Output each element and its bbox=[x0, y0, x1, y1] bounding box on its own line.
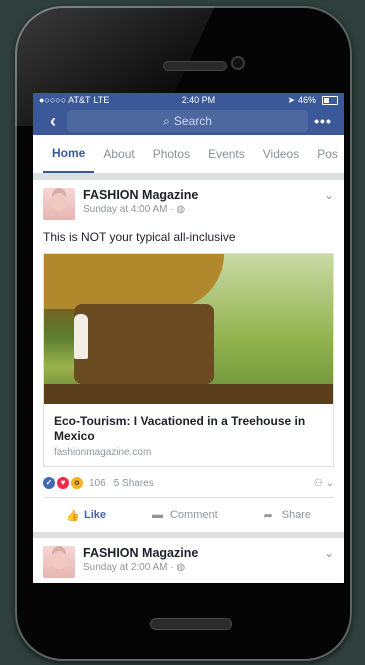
tab-posts[interactable]: Pos bbox=[308, 135, 344, 173]
search-label: Search bbox=[173, 114, 212, 128]
share-icon: ➦ bbox=[263, 510, 273, 522]
battery-icon bbox=[322, 95, 338, 105]
page-tabs: Home About Photos Events Videos Pos bbox=[33, 135, 344, 174]
status-bar: ●○○○○ AT&T LTE 2:40 PM ➤ 46% bbox=[33, 93, 344, 107]
reaction-summary[interactable]: ✓ ♥ o 106 5 Shares ⚇ ⌄ bbox=[43, 467, 334, 498]
chevron-down-icon-2[interactable]: ⌄ bbox=[324, 546, 334, 560]
more-options-icon[interactable]: ••• bbox=[308, 113, 338, 129]
post-meta: FASHION Magazine Sunday at 4:00 AM · ◍ bbox=[83, 188, 324, 215]
treehouse-image bbox=[44, 254, 333, 404]
camera bbox=[231, 56, 245, 70]
post-actions: 👍 Like ▬ Comment ➦ Share bbox=[43, 498, 334, 532]
like-label: Like bbox=[83, 509, 106, 521]
search-icon: ⌕ bbox=[163, 113, 170, 128]
tab-videos[interactable]: Videos bbox=[254, 135, 308, 173]
status-left: ●○○○○ AT&T LTE bbox=[39, 95, 109, 105]
post-text: This is NOT your typical all-inclusive bbox=[43, 230, 236, 244]
comment-icon: ▬ bbox=[151, 509, 163, 521]
page-name-2[interactable]: FASHION Magazine bbox=[83, 546, 324, 560]
feed-post: FASHION Magazine Sunday at 4:00 AM · ◍ ⌄… bbox=[33, 180, 344, 532]
reaction-icons: ✓ ♥ o 106 5 Shares bbox=[43, 477, 154, 489]
search-bar[interactable]: ⌕ Search bbox=[67, 110, 308, 132]
tab-about[interactable]: About bbox=[94, 135, 143, 173]
post-header: FASHION Magazine Sunday at 4:00 AM · ◍ ⌄ bbox=[43, 188, 334, 220]
link-body: Eco-Tourism: I Vacationed in a Treehouse… bbox=[44, 404, 333, 466]
tab-photos[interactable]: Photos bbox=[144, 135, 199, 173]
reaction-count: 106 bbox=[89, 477, 106, 489]
facebook-screen: ●○○○○ AT&T LTE 2:40 PM ➤ 46% ‹ ⌕ Search … bbox=[33, 93, 344, 583]
audience-dropdown-icon[interactable]: ⚇ ⌄ bbox=[314, 478, 334, 489]
share-button[interactable]: ➦ Share bbox=[263, 509, 311, 522]
page-name[interactable]: FASHION Magazine bbox=[83, 188, 324, 202]
comment-label: Comment bbox=[169, 509, 218, 521]
comment-button[interactable]: ▬ Comment bbox=[152, 509, 218, 521]
post2-header: FASHION Magazine Sunday at 2:00 AM · ◍ ⌄ bbox=[43, 546, 334, 578]
post2-meta: FASHION Magazine Sunday at 2:00 AM · ◍ bbox=[83, 546, 324, 573]
page-avatar-2[interactable] bbox=[43, 546, 75, 578]
link-preview[interactable]: Eco-Tourism: I Vacationed in a Treehouse… bbox=[43, 253, 334, 467]
battery-percent: 46% bbox=[297, 95, 316, 105]
speaker bbox=[163, 61, 227, 71]
post-time[interactable]: Sunday at 4:00 AM · ◍ bbox=[83, 204, 324, 215]
share-label: Share bbox=[281, 509, 311, 521]
back-icon[interactable]: ‹ bbox=[39, 111, 67, 132]
location-icon: ➤ bbox=[287, 94, 295, 105]
network: LTE bbox=[93, 95, 110, 105]
chevron-down-icon[interactable]: ⌄ bbox=[324, 188, 334, 202]
tab-home[interactable]: Home bbox=[43, 135, 95, 173]
link-title: Eco-Tourism: I Vacationed in a Treehouse… bbox=[54, 414, 306, 443]
tab-events[interactable]: Events bbox=[199, 135, 254, 173]
feed-post-2: FASHION Magazine Sunday at 2:00 AM · ◍ ⌄ bbox=[33, 538, 344, 578]
like-reaction-icon: ✓ bbox=[43, 477, 55, 489]
home-indicator[interactable] bbox=[150, 618, 232, 630]
wow-reaction-icon: o bbox=[71, 477, 83, 489]
carrier: ●○○○○ AT&T bbox=[39, 95, 91, 105]
navigation-bar: ‹ ⌕ Search ••• bbox=[33, 107, 344, 135]
status-time: 2:40 PM bbox=[181, 95, 216, 105]
link-domain: fashionmagazine.com bbox=[54, 447, 152, 458]
page-avatar[interactable] bbox=[43, 188, 75, 220]
share-count: 5 Shares bbox=[113, 477, 154, 489]
status-right: ➤ 46% bbox=[287, 95, 338, 106]
love-reaction-icon: ♥ bbox=[57, 477, 69, 489]
like-button[interactable]: 👍 Like bbox=[65, 509, 106, 522]
post2-time[interactable]: Sunday at 2:00 AM · ◍ bbox=[83, 562, 324, 573]
thumbs-up-icon: 👍 bbox=[65, 510, 80, 522]
